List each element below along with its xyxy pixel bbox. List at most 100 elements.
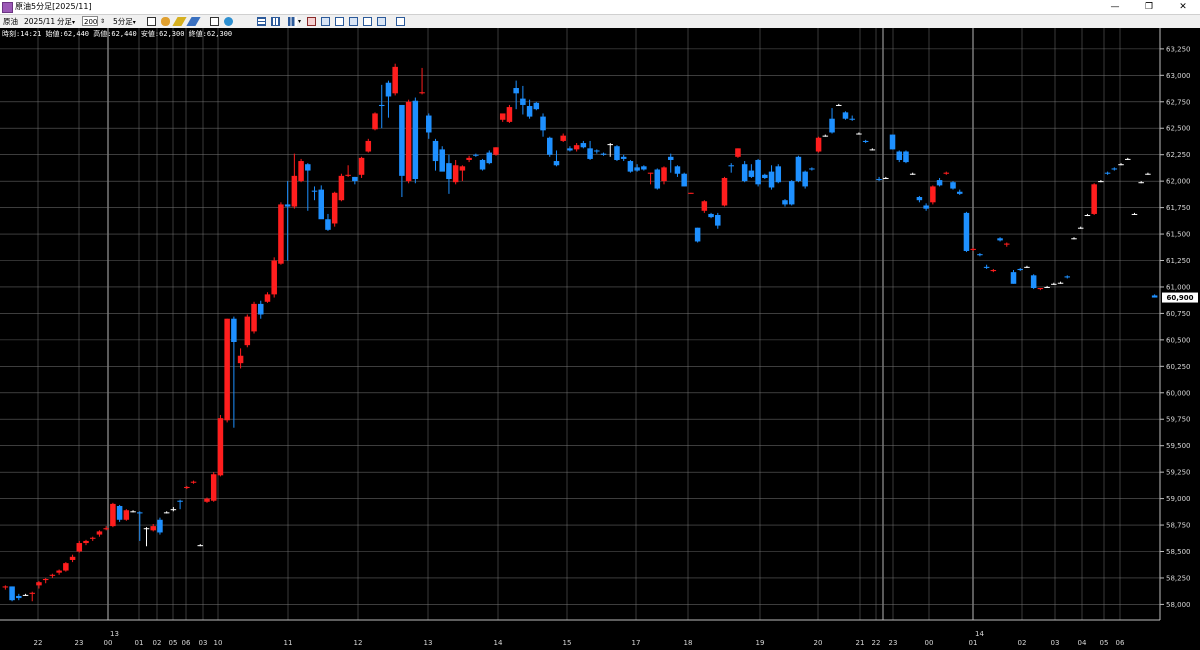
cursor-icon[interactable] (147, 17, 156, 26)
chevron-down-icon[interactable]: ▾ (298, 15, 301, 28)
candle (493, 147, 499, 156)
symbol-selector[interactable]: 原油 (3, 15, 18, 28)
candle (627, 159, 634, 173)
candle-body (184, 486, 190, 489)
candle-body (1098, 181, 1104, 183)
minimize-button[interactable]: — (1098, 0, 1132, 14)
candle-body (909, 173, 916, 175)
candle-body (513, 88, 519, 94)
candle-body (177, 500, 183, 502)
candle-body (123, 510, 130, 520)
candlestick-chart[interactable]: 63,250 63,000 62,750 62,500 62,250 62,000 61,7… (0, 28, 1200, 650)
print-icon[interactable] (377, 17, 386, 26)
candle-body (217, 418, 224, 476)
candle-body (634, 167, 640, 171)
table-icon[interactable] (271, 17, 280, 26)
candle-body (741, 164, 748, 182)
candle (842, 111, 849, 120)
candle-body (325, 219, 331, 230)
candle-body (1125, 158, 1131, 160)
chart-type-icon[interactable] (335, 17, 344, 26)
interval-selector[interactable]: 5分足▾ (113, 15, 136, 28)
x-tick-label: 11 (284, 639, 293, 647)
title-bar: 原油5分足[2025/11] — ❐ ✕ (0, 0, 1200, 15)
candle-body (432, 140, 439, 162)
bar-count-input[interactable]: 200 (82, 16, 98, 26)
window-split-icon[interactable] (349, 17, 358, 26)
candle (392, 63, 398, 96)
candle-body (506, 107, 513, 122)
y-tick-label: 63,000 (1166, 72, 1191, 80)
x-tick-label: 12 (354, 639, 363, 647)
compare-icon[interactable] (321, 17, 330, 26)
candle (755, 158, 761, 187)
indicator-icon[interactable] (307, 17, 316, 26)
x-tick-label: 20 (814, 639, 823, 647)
candle-body (836, 104, 842, 106)
grid-icon[interactable] (257, 17, 266, 26)
zoom-box-icon[interactable] (210, 17, 219, 26)
candle-body (795, 156, 802, 182)
candle (298, 158, 304, 183)
x-tick-label: 01 (135, 639, 144, 647)
candle-body (641, 166, 647, 170)
x-tick-label: 06 (182, 639, 191, 647)
candle-body (378, 104, 385, 107)
spinner-icon[interactable]: ⇕ (100, 15, 105, 28)
y-tick-label: 59,750 (1166, 416, 1191, 424)
bar-chart-icon[interactable] (288, 17, 297, 26)
candle-body (1104, 172, 1111, 174)
candle (405, 99, 412, 184)
candle-body (883, 177, 889, 179)
candle-body (681, 173, 687, 187)
candle (1030, 274, 1037, 290)
candle (372, 112, 378, 131)
pencil-icon[interactable] (172, 17, 187, 26)
candle-body (412, 100, 419, 180)
candle (930, 185, 936, 205)
x-tick-label: 17 (632, 639, 641, 647)
candle-body (553, 161, 560, 166)
x-tick-label: 13 (424, 639, 433, 647)
candle-body (923, 205, 929, 209)
candle-body (466, 157, 472, 160)
candle-body (278, 204, 284, 264)
contract-selector[interactable]: 2025/11 (24, 15, 55, 28)
candle (735, 148, 741, 158)
candle-body (271, 260, 277, 295)
x-tick-label: 00 (925, 639, 934, 647)
close-button[interactable]: ✕ (1166, 0, 1200, 14)
chevron-down-icon: ▾ (72, 19, 76, 26)
settings-icon[interactable] (396, 17, 405, 26)
candle-body (735, 148, 741, 157)
x-tick-label: 03 (1051, 639, 1060, 647)
candle-body (1151, 295, 1158, 298)
candle-body (802, 171, 808, 187)
candle-body (63, 563, 69, 571)
hand-icon[interactable] (161, 17, 170, 26)
candle-body (809, 168, 815, 170)
candle (110, 502, 116, 528)
candle-body (69, 556, 76, 560)
refresh-icon[interactable] (224, 17, 233, 26)
candle (614, 145, 620, 162)
candle-body (9, 586, 15, 601)
pen-icon[interactable] (186, 17, 201, 26)
chevron-down-icon: ▾ (132, 19, 136, 26)
candle-body (331, 192, 338, 224)
y-tick-label: 61,750 (1166, 204, 1191, 212)
candle-body (788, 181, 795, 205)
candle-body (547, 137, 553, 155)
period-unit-selector[interactable]: 分足▾ (57, 15, 75, 28)
candle-body (89, 537, 96, 539)
candle-body (520, 98, 526, 105)
restore-button[interactable]: ❐ (1132, 0, 1166, 14)
candle-body (829, 118, 835, 133)
candle-body (667, 156, 674, 160)
y-tick-label: 62,750 (1166, 98, 1191, 106)
candle-body (338, 175, 345, 201)
candle-body (345, 174, 351, 176)
candle-body (916, 197, 923, 201)
x-tick-label: 00 (104, 639, 113, 647)
layout-icon[interactable] (363, 17, 372, 26)
